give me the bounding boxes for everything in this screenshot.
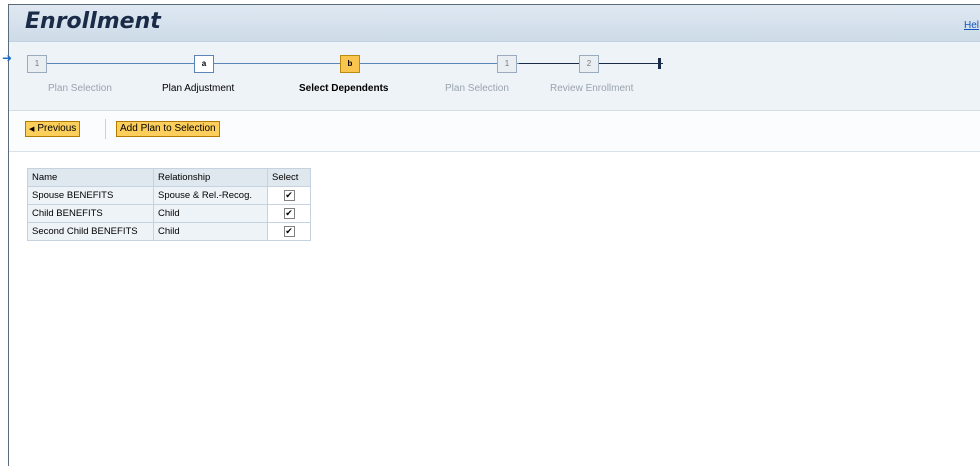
roadmap-step-1b-label[interactable]: Plan Selection: [445, 83, 509, 94]
roadmap-step-1b-box[interactable]: 1: [497, 55, 517, 73]
select-checkbox[interactable]: ✔: [283, 208, 295, 219]
table-row[interactable]: Second Child BENEFITS Child ✔: [27, 222, 311, 241]
roadmap-start-icon: ➜: [2, 51, 13, 65]
enrollment-window: Enrollment Hel ➜ 1 Plan Selection a Plan…: [2, 4, 980, 466]
select-cell: ✔: [267, 186, 311, 205]
roadmap-step-1-label[interactable]: Plan Selection: [48, 83, 112, 94]
select-checkbox[interactable]: ✔: [283, 190, 295, 201]
roadmap-step-2-label[interactable]: Review Enrollment: [550, 83, 633, 94]
dependent-relationship: Child: [153, 222, 268, 241]
page-header: Enrollment Hel: [9, 5, 980, 42]
dependent-relationship: Child: [153, 204, 268, 223]
select-checkbox[interactable]: ✔: [283, 226, 295, 237]
select-cell: ✔: [267, 222, 311, 241]
roadmap-step-a-label[interactable]: Plan Adjustment: [162, 83, 234, 94]
table-header-row: Name Relationship Select: [27, 168, 311, 187]
roadmap: ➜ 1 Plan Selection a Plan Adjustment b S…: [2, 42, 980, 111]
roadmap-step-b-box[interactable]: b: [340, 55, 360, 73]
table-row[interactable]: Spouse BENEFITS Spouse & Rel.-Recog. ✔: [27, 186, 311, 205]
arrow-left-icon: ◀: [29, 126, 35, 133]
roadmap-step-b-label[interactable]: Select Dependents: [299, 83, 388, 94]
roadmap-step-a-box[interactable]: a: [194, 55, 214, 73]
dependent-relationship: Spouse & Rel.-Recog.: [153, 186, 268, 205]
previous-button[interactable]: ◀ Previous: [25, 121, 81, 137]
select-cell: ✔: [267, 204, 311, 223]
dependent-name: Spouse BENEFITS: [27, 186, 154, 205]
page-title: Enrollment: [25, 9, 161, 34]
column-header-name[interactable]: Name: [27, 168, 154, 187]
roadmap-step-2-box[interactable]: 2: [579, 55, 599, 73]
roadmap-step-1-box[interactable]: 1: [27, 55, 47, 73]
previous-button-label: Previous: [37, 123, 77, 134]
column-header-select[interactable]: Select: [267, 168, 311, 187]
toolbar: ◀ Previous Add Plan to Selection: [9, 111, 980, 152]
toolbar-separator: [105, 119, 106, 139]
column-header-relationship[interactable]: Relationship: [153, 168, 268, 187]
help-link[interactable]: Hel: [964, 20, 979, 31]
roadmap-end-icon: [658, 58, 661, 69]
dependents-table: Name Relationship Select Spouse BENEFITS…: [27, 168, 311, 241]
dependent-name: Child BENEFITS: [27, 204, 154, 223]
table-row[interactable]: Child BENEFITS Child ✔: [27, 204, 311, 223]
dependent-name: Second Child BENEFITS: [27, 222, 154, 241]
add-plan-to-selection-button[interactable]: Add Plan to Selection: [116, 121, 220, 137]
